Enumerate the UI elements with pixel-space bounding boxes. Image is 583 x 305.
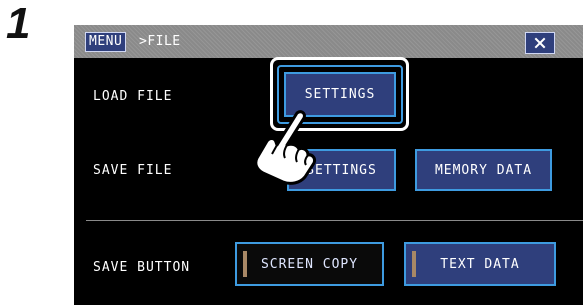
screen-copy-indicator <box>243 251 247 277</box>
load-settings-label: SETTINGS <box>304 87 376 102</box>
screen-copy-button[interactable]: SCREEN COPY <box>235 242 384 286</box>
text-data-button[interactable]: TEXT DATA <box>404 242 556 286</box>
section-divider <box>86 220 583 221</box>
title-bar: MENU >FILE <box>74 25 583 58</box>
screen-copy-label: SCREEN COPY <box>260 256 359 272</box>
breadcrumb-file: >FILE <box>139 34 181 49</box>
save-file-label: SAVE FILE <box>93 163 173 178</box>
step-number: 1 <box>6 0 31 48</box>
save-button-label: SAVE BUTTON <box>93 260 191 275</box>
breadcrumb-menu[interactable]: MENU <box>85 32 127 52</box>
pointing-hand-icon <box>254 110 316 185</box>
load-file-label: LOAD FILE <box>93 89 173 104</box>
device-screen: MENU >FILE LOAD FILE SETTINGS SAVE FILE … <box>74 25 583 305</box>
close-icon <box>534 37 546 49</box>
close-button[interactable] <box>525 32 555 54</box>
text-data-indicator <box>412 251 416 277</box>
memory-data-label: MEMORY DATA <box>434 162 533 178</box>
text-data-label: TEXT DATA <box>440 256 520 272</box>
memory-data-button[interactable]: MEMORY DATA <box>415 149 552 191</box>
